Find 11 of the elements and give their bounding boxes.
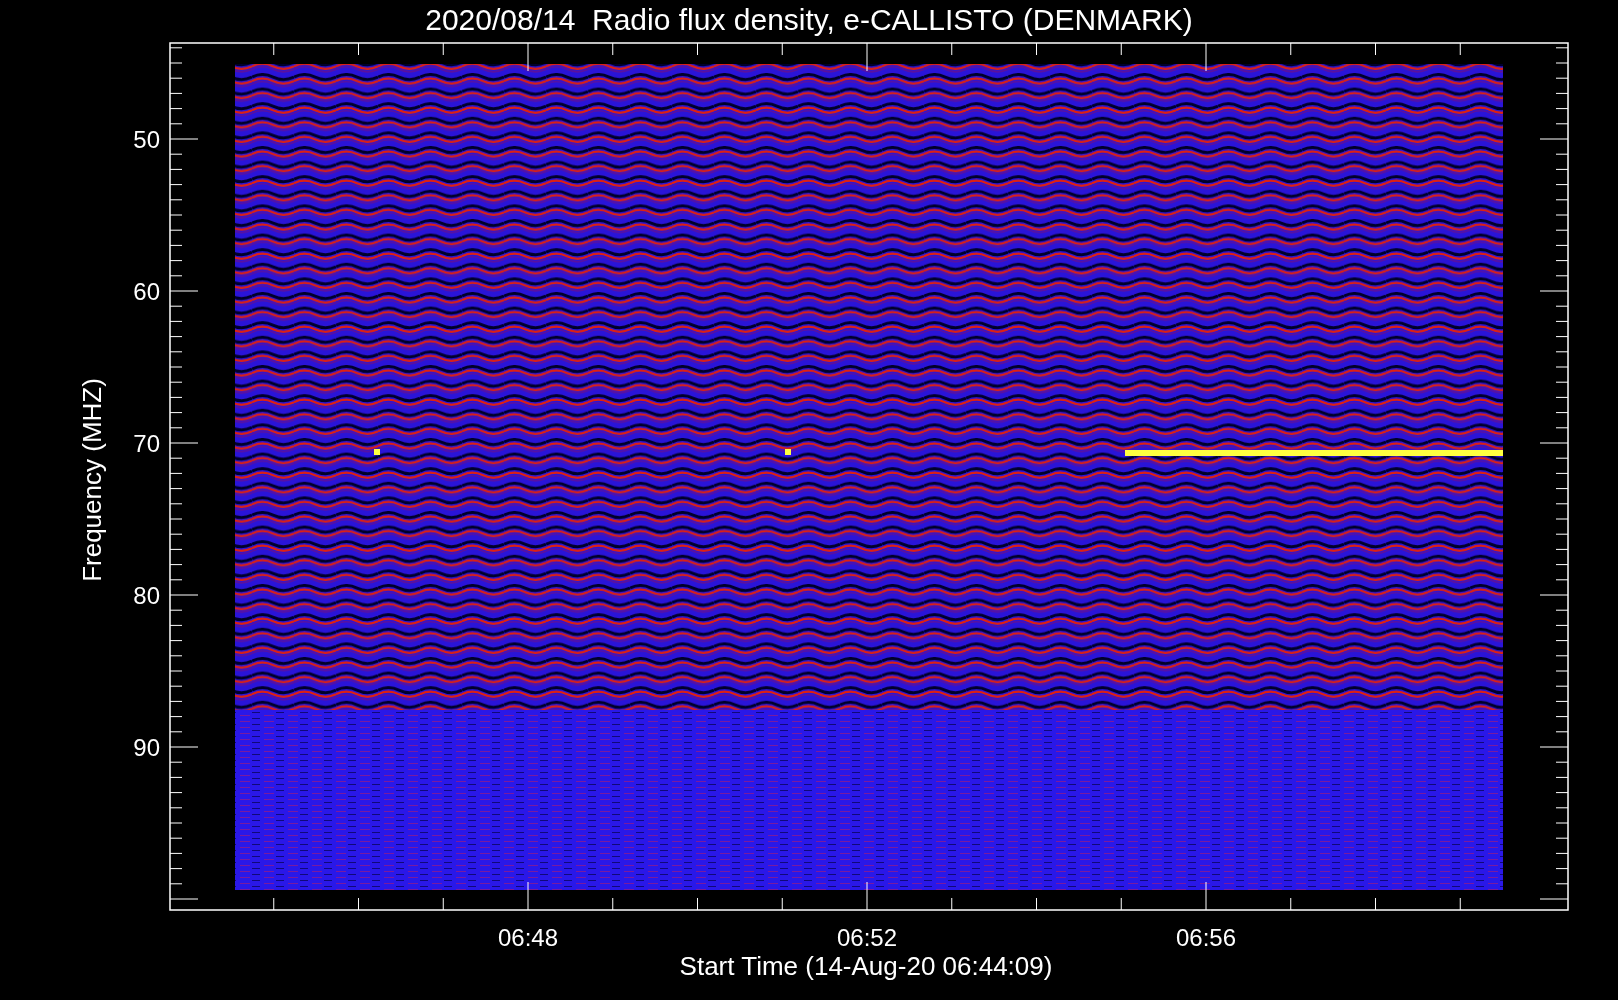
x-tick-label: 06:48 (497, 924, 559, 951)
y-tick-label: 70 (133, 430, 160, 457)
x-tick-label: 06:56 (1175, 924, 1237, 951)
y-axis-label: Frequency (MHZ) (77, 378, 107, 582)
y-tick-label: 80 (133, 582, 160, 609)
x-tick-label: 06:52 (836, 924, 898, 951)
y-tick-label: 60 (133, 278, 160, 305)
y-tick-label: 90 (133, 734, 160, 761)
chart-title: 2020/08/14 Radio flux density, e-CALLISTO (DENMARK) (425, 3, 1193, 36)
x-axis-label: Start Time (14-Aug-20 06:44:09) (679, 951, 1053, 981)
y-tick-label: 50 (133, 126, 160, 153)
